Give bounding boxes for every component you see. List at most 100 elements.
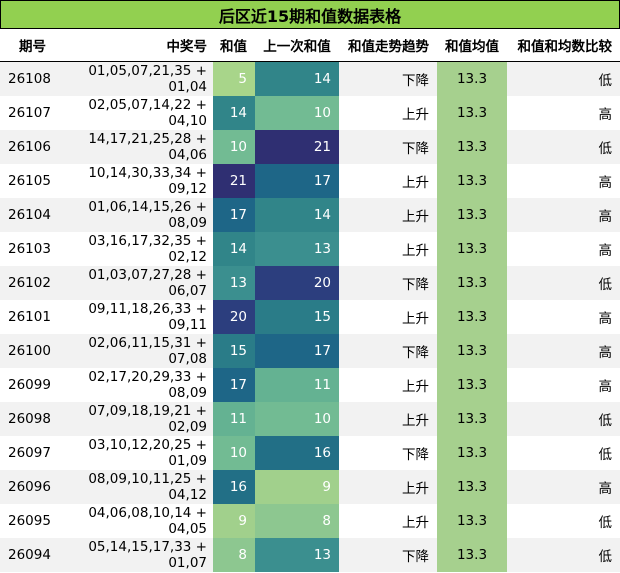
header-issue: 期号 bbox=[0, 29, 55, 62]
cell-trend: 上升 bbox=[339, 198, 437, 232]
cell-mean: 13.3 bbox=[437, 96, 507, 130]
cell-issue: 26098 bbox=[0, 402, 55, 436]
header-numbers: 中奖号 bbox=[55, 29, 213, 62]
cell-prev-sum: 21 bbox=[255, 130, 339, 164]
header-prev-sum: 上一次和值 bbox=[255, 29, 339, 62]
cell-issue: 26103 bbox=[0, 232, 55, 266]
cell-numbers: 08,09,10,11,25 + 04,12 bbox=[55, 470, 213, 504]
cell-numbers: 03,10,12,20,25 + 01,09 bbox=[55, 436, 213, 470]
cell-prev-sum: 13 bbox=[255, 538, 339, 572]
sum-data-table: 期号 中奖号 和值 上一次和值 和值走势趋势 和值均值 和值和均数比较 2610… bbox=[0, 29, 620, 572]
cell-mean: 13.3 bbox=[437, 368, 507, 402]
cell-trend: 下降 bbox=[339, 266, 437, 300]
cell-compare: 低 bbox=[507, 504, 620, 538]
cell-sum: 8 bbox=[213, 538, 255, 572]
cell-issue: 26107 bbox=[0, 96, 55, 130]
cell-sum: 17 bbox=[213, 198, 255, 232]
cell-numbers: 02,05,07,14,22 + 04,10 bbox=[55, 96, 213, 130]
cell-compare: 低 bbox=[507, 538, 620, 572]
cell-issue: 26105 bbox=[0, 164, 55, 198]
cell-mean: 13.3 bbox=[437, 61, 507, 96]
cell-prev-sum: 17 bbox=[255, 164, 339, 198]
cell-issue: 26108 bbox=[0, 61, 55, 96]
cell-compare: 高 bbox=[507, 470, 620, 504]
cell-trend: 上升 bbox=[339, 368, 437, 402]
table-row: 26095 04,06,08,10,14 + 04,05 9 8 上升 13.3 低 bbox=[0, 504, 620, 538]
cell-prev-sum: 13 bbox=[255, 232, 339, 266]
cell-numbers: 04,06,08,10,14 + 04,05 bbox=[55, 504, 213, 538]
table-row: 26104 01,06,14,15,26 + 08,09 17 14 上升 13.3 高 bbox=[0, 198, 620, 232]
cell-trend: 下降 bbox=[339, 436, 437, 470]
cell-trend: 上升 bbox=[339, 164, 437, 198]
cell-numbers: 09,11,18,26,33 + 09,11 bbox=[55, 300, 213, 334]
header-compare: 和值和均数比较 bbox=[507, 29, 620, 62]
cell-trend: 上升 bbox=[339, 96, 437, 130]
cell-trend: 下降 bbox=[339, 61, 437, 96]
table-row: 26105 10,14,30,33,34 + 09,12 21 17 上升 13.3 高 bbox=[0, 164, 620, 198]
cell-prev-sum: 16 bbox=[255, 436, 339, 470]
cell-issue: 26096 bbox=[0, 470, 55, 504]
cell-numbers: 14,17,21,25,28 + 04,06 bbox=[55, 130, 213, 164]
header-row: 期号 中奖号 和值 上一次和值 和值走势趋势 和值均值 和值和均数比较 bbox=[0, 29, 620, 62]
cell-sum: 16 bbox=[213, 470, 255, 504]
cell-compare: 低 bbox=[507, 61, 620, 96]
cell-compare: 高 bbox=[507, 232, 620, 266]
cell-prev-sum: 9 bbox=[255, 470, 339, 504]
table-row: 26102 01,03,07,27,28 + 06,07 13 20 下降 13.3 低 bbox=[0, 266, 620, 300]
table-row: 26108 01,05,07,21,35 + 01,04 5 14 下降 13.3 低 bbox=[0, 61, 620, 96]
cell-sum: 20 bbox=[213, 300, 255, 334]
cell-compare: 高 bbox=[507, 164, 620, 198]
cell-trend: 上升 bbox=[339, 232, 437, 266]
cell-issue: 26099 bbox=[0, 368, 55, 402]
cell-trend: 上升 bbox=[339, 470, 437, 504]
cell-compare: 高 bbox=[507, 96, 620, 130]
cell-mean: 13.3 bbox=[437, 232, 507, 266]
cell-issue: 26101 bbox=[0, 300, 55, 334]
cell-trend: 下降 bbox=[339, 538, 437, 572]
table-row: 26096 08,09,10,11,25 + 04,12 16 9 上升 13.3 高 bbox=[0, 470, 620, 504]
cell-mean: 13.3 bbox=[437, 504, 507, 538]
cell-prev-sum: 14 bbox=[255, 61, 339, 96]
cell-prev-sum: 15 bbox=[255, 300, 339, 334]
table-row: 26106 14,17,21,25,28 + 04,06 10 21 下降 13.3 低 bbox=[0, 130, 620, 164]
cell-mean: 13.3 bbox=[437, 198, 507, 232]
cell-prev-sum: 14 bbox=[255, 198, 339, 232]
cell-prev-sum: 8 bbox=[255, 504, 339, 538]
cell-trend: 下降 bbox=[339, 130, 437, 164]
header-sum: 和值 bbox=[213, 29, 255, 62]
cell-prev-sum: 20 bbox=[255, 266, 339, 300]
cell-compare: 低 bbox=[507, 130, 620, 164]
header-trend: 和值走势趋势 bbox=[339, 29, 437, 62]
cell-compare: 高 bbox=[507, 198, 620, 232]
table-row: 26101 09,11,18,26,33 + 09,11 20 15 上升 13.3 高 bbox=[0, 300, 620, 334]
cell-compare: 低 bbox=[507, 402, 620, 436]
cell-mean: 13.3 bbox=[437, 164, 507, 198]
cell-issue: 26102 bbox=[0, 266, 55, 300]
cell-numbers: 01,05,07,21,35 + 01,04 bbox=[55, 61, 213, 96]
table-row: 26097 03,10,12,20,25 + 01,09 10 16 下降 13.3 低 bbox=[0, 436, 620, 470]
cell-numbers: 05,14,15,17,33 + 01,07 bbox=[55, 538, 213, 572]
cell-sum: 14 bbox=[213, 232, 255, 266]
cell-issue: 26094 bbox=[0, 538, 55, 572]
header-mean: 和值均值 bbox=[437, 29, 507, 62]
cell-mean: 13.3 bbox=[437, 334, 507, 368]
cell-compare: 高 bbox=[507, 334, 620, 368]
cell-mean: 13.3 bbox=[437, 300, 507, 334]
cell-sum: 5 bbox=[213, 61, 255, 96]
table-row: 26103 03,16,17,32,35 + 02,12 14 13 上升 13.3 高 bbox=[0, 232, 620, 266]
cell-issue: 26095 bbox=[0, 504, 55, 538]
cell-sum: 14 bbox=[213, 96, 255, 130]
cell-numbers: 02,17,20,29,33 + 08,09 bbox=[55, 368, 213, 402]
cell-sum: 21 bbox=[213, 164, 255, 198]
cell-sum: 15 bbox=[213, 334, 255, 368]
cell-sum: 9 bbox=[213, 504, 255, 538]
cell-sum: 10 bbox=[213, 436, 255, 470]
cell-mean: 13.3 bbox=[437, 266, 507, 300]
cell-issue: 26106 bbox=[0, 130, 55, 164]
cell-mean: 13.3 bbox=[437, 436, 507, 470]
cell-sum: 17 bbox=[213, 368, 255, 402]
cell-mean: 13.3 bbox=[437, 538, 507, 572]
cell-trend: 上升 bbox=[339, 402, 437, 436]
cell-prev-sum: 11 bbox=[255, 368, 339, 402]
table-title: 后区近15期和值数据表格 bbox=[0, 0, 620, 29]
